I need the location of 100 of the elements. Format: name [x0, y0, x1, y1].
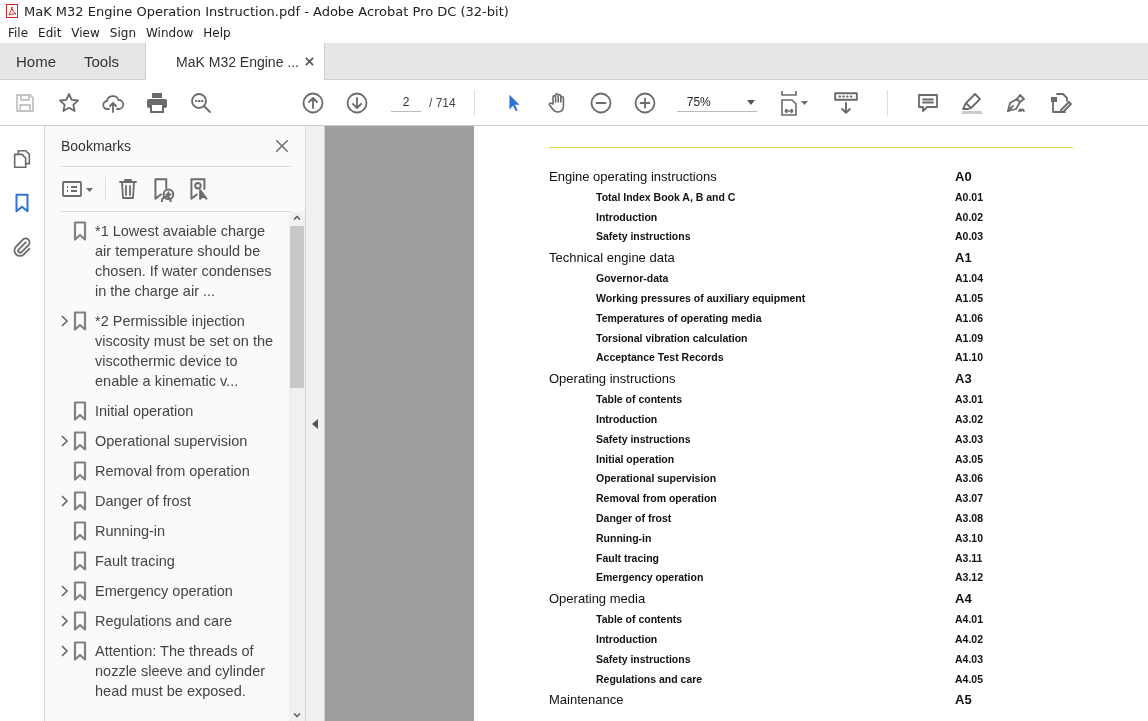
entry-title: Danger of frost [596, 512, 673, 525]
section-code: A4 [955, 590, 972, 606]
bookmark-icon [73, 641, 87, 661]
entry-code: A0.02 [955, 210, 984, 223]
section-code: A3 [955, 370, 972, 386]
menu-item[interactable]: Window [141, 25, 199, 40]
bookmark-icon [73, 431, 87, 451]
section-code: A0 [955, 168, 972, 184]
bookmark-icon [73, 551, 87, 571]
tab[interactable]: Tools [70, 43, 134, 79]
entry-title: Safety instructions [596, 230, 692, 243]
section-code: A5 [955, 692, 972, 708]
entry-title: Acceptance Test Records [596, 351, 725, 364]
menu-item[interactable]: File [3, 25, 34, 40]
menu-item[interactable]: Help [198, 25, 236, 40]
pdf-file-icon [6, 4, 18, 18]
bookmark-item[interactable]: Initial operation [95, 401, 281, 421]
section-title: Technical engine data [549, 249, 676, 265]
bookmark-item[interactable]: Attention: The threads of nozzle sleeve and cylinder head must be exposed. [95, 641, 281, 701]
scrollbar[interactable] [289, 212, 305, 721]
paperclip-icon[interactable] [11, 236, 33, 258]
entry-title: Total Index Book A, B and C [596, 190, 737, 203]
zoom-out-icon[interactable] [588, 90, 613, 115]
section-title: Maintenance [549, 692, 625, 708]
bookmark-item[interactable]: Regulations and care [95, 611, 281, 631]
close-icon[interactable] [273, 137, 291, 155]
entry-code: A3.06 [955, 472, 984, 485]
arrow-up-circle-icon[interactable] [301, 90, 325, 115]
bookmark-icon [73, 491, 87, 511]
entry-code: A4.01 [955, 613, 984, 626]
entry-title: Temperatures of operating media [596, 311, 763, 324]
entry-title: Fault tracing [596, 551, 660, 564]
trash-icon[interactable] [116, 177, 140, 201]
zoom-in-icon[interactable] [632, 90, 657, 115]
entry-code: A0.03 [955, 230, 984, 243]
entry-code: A1.06 [955, 311, 984, 324]
entry-code: A3.05 [955, 452, 984, 465]
entry-title: Safety instructions [596, 432, 692, 445]
collapse-panel-icon[interactable] [311, 417, 319, 430]
entry-code: A3.11 [955, 551, 983, 564]
arrow-down-circle-icon[interactable] [345, 90, 369, 115]
entry-title: Emergency operation [596, 571, 705, 584]
entry-title: Initial operation [596, 452, 676, 465]
bookmark-item[interactable]: Removal from operation [95, 461, 281, 481]
entry-title: Table of contents [596, 393, 684, 406]
bookmark-icon [73, 611, 87, 631]
bookmark-item[interactable]: Operational supervision [95, 431, 281, 451]
entry-code: A3.12 [955, 571, 984, 584]
options-dropdown-icon[interactable] [61, 178, 95, 200]
menu-item[interactable]: Sign [104, 25, 141, 40]
bookmark-item[interactable]: Danger of frost [95, 491, 281, 511]
entry-code: A1.05 [955, 292, 984, 305]
section-title: Operating instructions [549, 370, 677, 386]
menu-item[interactable]: View [66, 25, 105, 40]
tab[interactable]: Home [0, 43, 70, 79]
entry-title: Introduction [596, 633, 659, 646]
entry-code: A1.10 [955, 351, 984, 364]
close-tab-icon[interactable] [305, 57, 315, 66]
section-title: Engine operating instructions [549, 168, 718, 184]
bookmark-icon [73, 221, 87, 241]
scroll-mode-icon[interactable] [832, 89, 859, 116]
entry-code: A1.09 [955, 331, 984, 344]
star-icon[interactable] [57, 90, 81, 115]
panel-title: Bookmarks [61, 138, 132, 154]
entry-title: Safety instructions [596, 652, 692, 665]
zoom-dropdown[interactable]: 75% [676, 93, 757, 112]
entry-title: Governor-data [596, 272, 670, 285]
tab[interactable]: MaK M32 Engine ... [145, 43, 326, 80]
menu-item[interactable]: Edit [33, 25, 67, 40]
entry-code: A4.02 [955, 633, 984, 646]
bookmark-item[interactable]: Emergency operation [95, 581, 281, 601]
entry-title: Running-in [596, 531, 653, 544]
entry-code: A4.05 [955, 672, 984, 685]
bookmark-item[interactable]: Running-in [95, 521, 281, 541]
entry-code: A0.01 [955, 190, 984, 203]
zoom-search-icon[interactable] [189, 90, 213, 115]
entry-code: A3.08 [955, 512, 984, 525]
entry-code: A3.02 [955, 413, 984, 426]
pages-icon[interactable] [11, 148, 33, 170]
bookmark-icon [73, 461, 87, 481]
printer-icon[interactable] [145, 90, 169, 115]
section-code: A1 [955, 249, 972, 265]
bookmark-icon [73, 581, 87, 601]
entry-title: Introduction [596, 210, 659, 223]
entry-title: Regulations and care [596, 672, 704, 685]
entry-code: A4.03 [955, 652, 984, 665]
entry-title: Introduction [596, 413, 659, 426]
bookmark-icon [73, 401, 87, 421]
section-title: Operating media [549, 590, 647, 606]
highlighter-icon[interactable] [959, 90, 984, 115]
bookmark-item[interactable]: *2 Permissible injection viscosity must be set on the viscothermic device to enable a kinematic v... [95, 311, 281, 391]
page-fit-icon[interactable] [778, 89, 811, 116]
bookmark-item[interactable]: Fault tracing [95, 551, 281, 571]
entry-title: Operational supervision [596, 472, 718, 485]
entry-code: A3.01 [955, 393, 984, 406]
entry-code: A3.03 [955, 432, 984, 445]
entry-code: A1.04 [955, 272, 984, 285]
entry-code: A3.10 [955, 531, 984, 544]
bookmark-item[interactable]: *1 Lowest avaiable charge air temperature should be chosen. If water condenses in the charge air ... [95, 221, 281, 301]
entry-title: Torsional vibration calculation [596, 331, 749, 344]
